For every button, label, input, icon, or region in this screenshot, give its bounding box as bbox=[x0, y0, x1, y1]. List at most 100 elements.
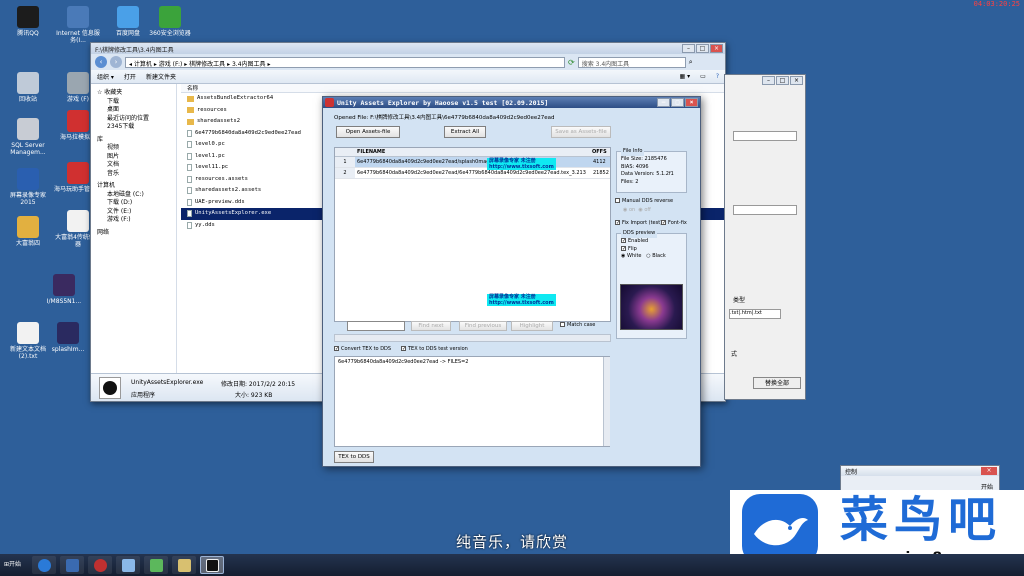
file-icon bbox=[187, 221, 192, 229]
taskbar-explorer-icon[interactable] bbox=[116, 556, 140, 574]
rwin-type-field[interactable]: .txt|.htm|.txt bbox=[729, 309, 781, 319]
view-options-icon[interactable]: ▦ ▾ bbox=[680, 73, 691, 80]
tex-to-dds-button[interactable]: TEX to DDS bbox=[334, 451, 374, 463]
nav-item[interactable]: 桌面 bbox=[97, 106, 170, 115]
address-input[interactable]: ◂ 计算机 ▸ 游戏 (F:) ▸ 棋牌修改工具 ▸ 3.4内图工具 ▸ bbox=[125, 56, 565, 68]
desktop-icon[interactable]: 屏幕录像专家 2015 bbox=[4, 168, 52, 206]
nav-item[interactable]: 音乐 bbox=[97, 170, 170, 179]
nav-item[interactable]: 网络 bbox=[97, 229, 170, 238]
taskbar-uae-icon[interactable] bbox=[200, 556, 224, 574]
tex-test-checkbox[interactable]: TEX to DDS test version bbox=[401, 346, 468, 352]
rwin-close-button[interactable]: × bbox=[790, 76, 803, 85]
desktop-icon[interactable]: splashIm... bbox=[44, 322, 92, 353]
close-button[interactable]: × bbox=[710, 44, 723, 53]
nav-item[interactable]: ☆ 收藏夹 bbox=[97, 89, 170, 98]
maximize-button[interactable]: □ bbox=[696, 44, 709, 53]
minimize-button[interactable]: – bbox=[682, 44, 695, 53]
desktop-icon[interactable]: 腾讯QQ bbox=[4, 6, 52, 37]
nav-item[interactable]: 文档 bbox=[97, 161, 170, 170]
explorer-titlebar[interactable]: F:\棋牌修改工具\3.4内图工具 – □ × bbox=[91, 43, 725, 54]
watermark-ad-2: 屏幕录像专家 未注册 http://www.tlxsoft.com bbox=[487, 294, 556, 306]
desktop-icon[interactable]: SQL Server Managem... bbox=[4, 118, 52, 156]
search-input[interactable]: 搜索 3.4内图工具 bbox=[577, 56, 686, 68]
nav-item[interactable]: 2345下载 bbox=[97, 123, 170, 132]
search-icon[interactable]: ⌕ bbox=[689, 58, 693, 67]
convert-tex-checkbox[interactable]: Convert TEX to DDS bbox=[334, 346, 391, 352]
file-icon bbox=[187, 152, 192, 160]
taskbar-k-icon[interactable] bbox=[32, 556, 56, 574]
app-icon bbox=[57, 322, 79, 344]
forward-arrow-icon[interactable]: › bbox=[110, 56, 122, 68]
nav-item[interactable]: 游戏 (F:) bbox=[97, 216, 170, 225]
folder-icon bbox=[187, 95, 194, 102]
extract-all-button[interactable]: Extract All bbox=[444, 126, 486, 138]
filename-column-header[interactable]: FILENAME bbox=[355, 148, 592, 156]
find-previous-button[interactable]: Find previous bbox=[459, 321, 507, 331]
uae-maximize-button[interactable]: □ bbox=[671, 98, 684, 107]
desktop-icon[interactable]: Internet 信息服务(I... bbox=[54, 6, 102, 44]
table-row[interactable]: 1 6e4779b6840da8a409d2c9ed0ee27ead/splash… bbox=[335, 157, 610, 168]
nav-item[interactable]: 本地磁盘 (C:) bbox=[97, 191, 170, 200]
search-text-input[interactable] bbox=[347, 321, 405, 331]
taskbar-recorder-icon[interactable] bbox=[88, 556, 112, 574]
file-icon bbox=[187, 198, 192, 206]
log-output[interactable]: 6e4779b6840da8a409d2c9ed0ee27ead -> FILE… bbox=[334, 356, 610, 447]
file-name: level1.pc bbox=[195, 152, 225, 159]
table-row[interactable]: 2 6e4779b6840da8a409d2c9ed0ee27ead/6e4779… bbox=[335, 168, 610, 179]
uae-minimize-button[interactable]: – bbox=[657, 98, 670, 107]
name-column-header[interactable]: 名称 bbox=[181, 84, 725, 93]
taskbar-android-icon[interactable] bbox=[144, 556, 168, 574]
highlight-button[interactable]: Highlight bbox=[511, 321, 553, 331]
open-assets-button[interactable]: Open Assets-file bbox=[336, 126, 400, 138]
rwin-minimize-button[interactable]: – bbox=[762, 76, 775, 85]
desktop-icon[interactable]: 百度网盘 bbox=[104, 6, 152, 37]
rwin-field-1[interactable] bbox=[733, 131, 797, 141]
log-scrollbar[interactable] bbox=[603, 357, 610, 446]
nav-item[interactable]: 视频 bbox=[97, 144, 170, 153]
organize-button[interactable]: 组织 ▾ bbox=[97, 72, 114, 81]
rwin-field-2[interactable] bbox=[733, 205, 797, 215]
desktop-icon[interactable]: 回收站 bbox=[4, 72, 52, 103]
help-icon[interactable]: ? bbox=[716, 73, 719, 80]
dds-on-off-radio[interactable]: ◉ on ◉ off bbox=[623, 207, 651, 213]
open-button[interactable]: 打开 bbox=[124, 72, 136, 81]
refresh-icon[interactable]: ⟳ bbox=[568, 58, 575, 67]
file-icon bbox=[187, 164, 192, 172]
match-case-checkbox[interactable]: Match case bbox=[560, 322, 595, 328]
rwin-type-label: 类型 bbox=[733, 297, 746, 304]
preview-pane-icon[interactable]: ▭ bbox=[700, 73, 706, 80]
replace-all-button[interactable]: 替换全部 bbox=[753, 377, 801, 389]
horizontal-scrollbar[interactable] bbox=[334, 334, 611, 342]
rwin-maximize-button[interactable]: □ bbox=[776, 76, 789, 85]
taskbar-grid-icon[interactable] bbox=[172, 556, 196, 574]
nav-item[interactable]: 下载 (D:) bbox=[97, 199, 170, 208]
nav-item[interactable]: 最近访问的位置 bbox=[97, 115, 170, 124]
uae-close-button[interactable]: × bbox=[685, 98, 698, 107]
watermark-ad-1: 屏幕录像专家 未注册 http://www.tlxsoft.com bbox=[487, 158, 556, 170]
background-radio[interactable]: ◉ White ○ Black bbox=[621, 253, 682, 261]
enabled-checkbox[interactable]: Enabled bbox=[621, 238, 682, 246]
desktop-icon[interactable]: 大富翁四 bbox=[4, 216, 52, 247]
font-fix-checkbox[interactable]: Font-fix bbox=[661, 220, 687, 226]
taskbar-network-icon[interactable] bbox=[60, 556, 84, 574]
manual-dds-checkbox[interactable]: Manual DDS reverse bbox=[615, 198, 673, 204]
desktop-icon[interactable]: I/M8S5N1... bbox=[40, 274, 88, 305]
nav-item[interactable]: 库 bbox=[97, 136, 170, 145]
unity-assets-explorer-window[interactable]: Unity Assets Explorer by Haoose v1.5 tes… bbox=[322, 96, 701, 467]
new-folder-button[interactable]: 新建文件夹 bbox=[146, 72, 176, 81]
offset-column-header[interactable]: OFFS bbox=[592, 148, 610, 156]
uae-titlebar[interactable]: Unity Assets Explorer by Haoose v1.5 tes… bbox=[323, 97, 700, 108]
desktop-icon[interactable]: 360安全浏览器 bbox=[146, 6, 194, 37]
start-button[interactable]: ⊞开始 bbox=[2, 556, 28, 574]
find-next-button[interactable]: Find next bbox=[411, 321, 451, 331]
flip-checkbox[interactable]: Flip bbox=[621, 245, 682, 254]
fix-import-checkbox[interactable]: Fix Import (test) bbox=[615, 220, 662, 226]
nav-item[interactable]: 文件 (E:) bbox=[97, 208, 170, 217]
control-close-button[interactable]: × bbox=[981, 467, 997, 475]
save-assets-button[interactable]: Save as Assets-file bbox=[551, 126, 611, 138]
nav-item[interactable]: 下载 bbox=[97, 98, 170, 107]
nav-item[interactable]: 计算机 bbox=[97, 182, 170, 191]
back-arrow-icon[interactable]: ‹ bbox=[95, 56, 107, 68]
nav-item[interactable]: 图片 bbox=[97, 153, 170, 162]
replace-dialog-window[interactable]: – □ × 类型 .txt|.htm|.txt 式 替换全部 bbox=[724, 74, 806, 400]
